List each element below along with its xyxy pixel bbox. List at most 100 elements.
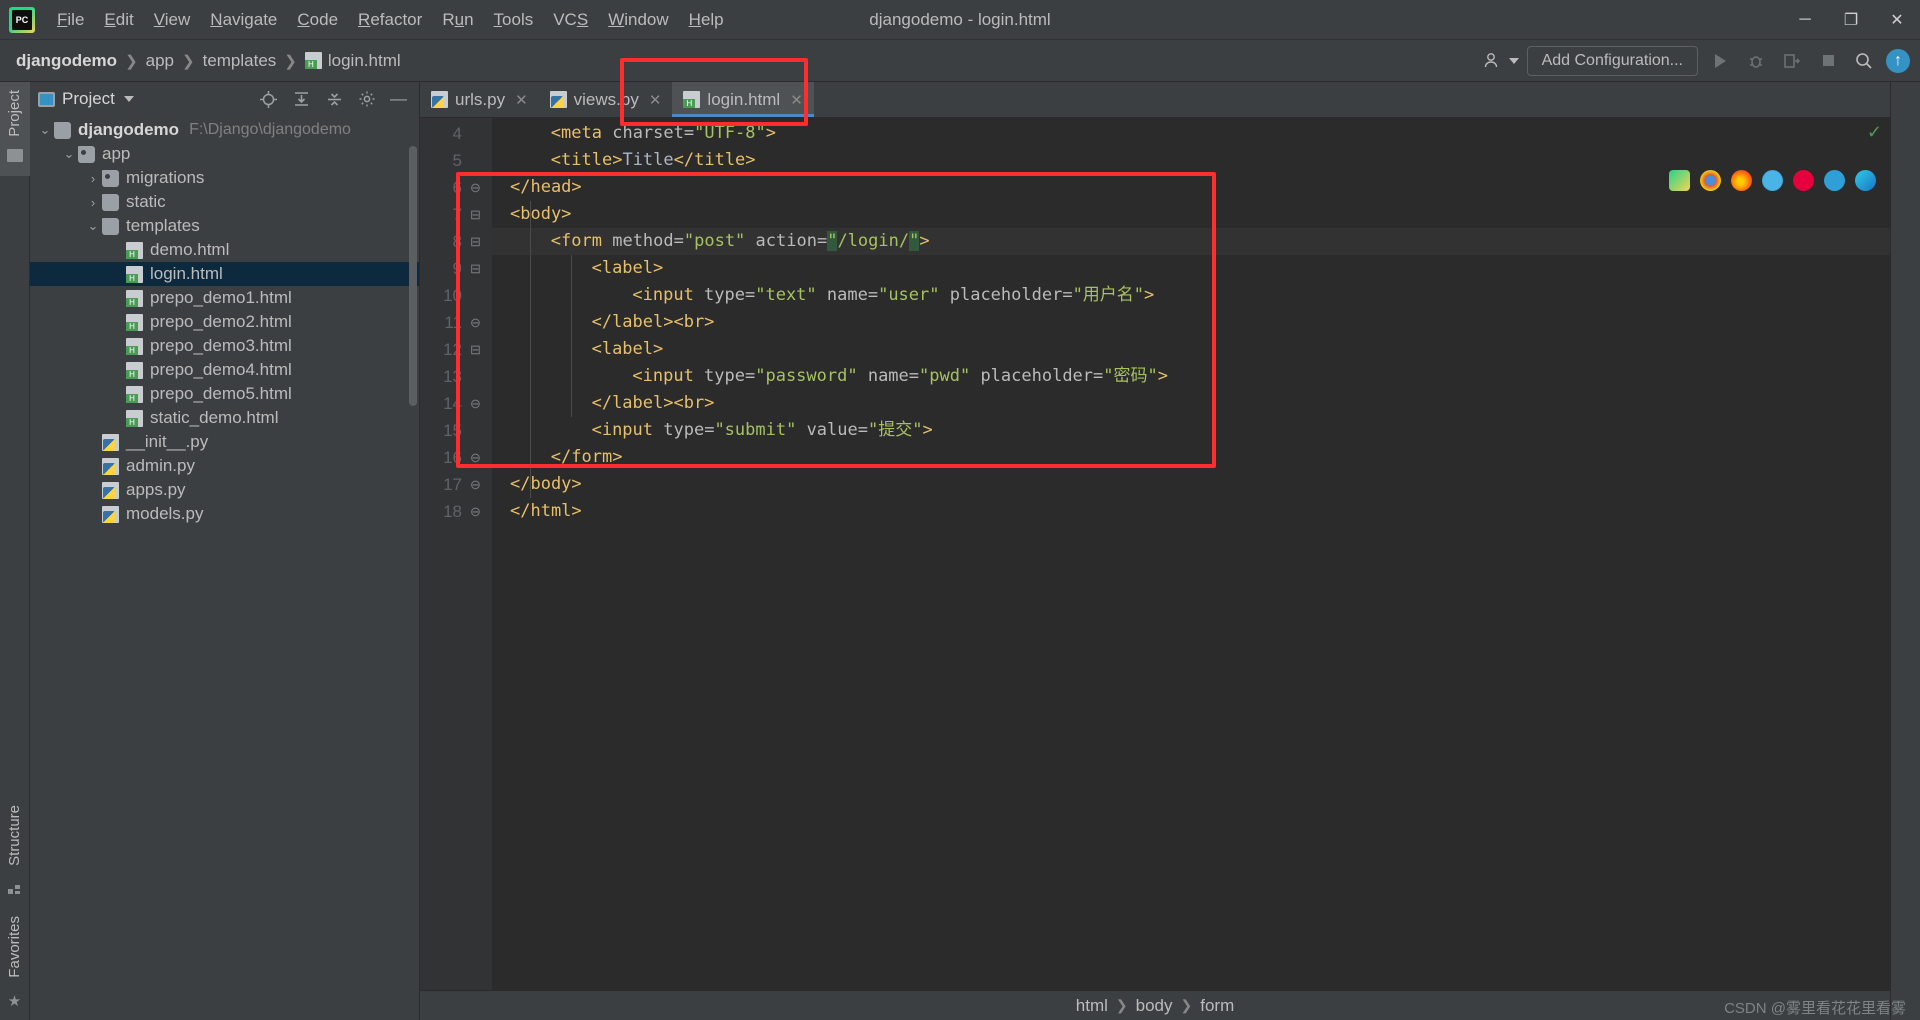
code-fold-icon[interactable]: ⊖ [470,471,481,498]
menu-navigate[interactable]: Navigate [200,6,287,34]
code-line[interactable]: <title>Title</title> [551,147,756,174]
breadcrumb-body[interactable]: body [1136,996,1173,1016]
tree-row[interactable]: ⌄ app [30,142,419,166]
tree-row[interactable]: › migrations [30,166,419,190]
minimize-button[interactable]: ─ [1782,0,1828,40]
menu-refactor[interactable]: Refactor [348,6,432,34]
tree-row[interactable]: admin.py [30,454,419,478]
menu-code[interactable]: Code [287,6,348,34]
code-fold-icon[interactable]: ⊟ [470,228,481,255]
rail-favorites-label[interactable]: Favorites [6,908,23,986]
code-line[interactable]: <meta charset="UTF-8"> [551,120,776,147]
coverage-icon[interactable] [1778,47,1806,75]
tree-row[interactable]: › static [30,190,419,214]
breadcrumb-project[interactable]: djangodemo [16,51,117,71]
close-icon[interactable]: ✕ [790,91,803,109]
rail-structure-label[interactable]: Structure [6,797,23,874]
code-fold-icon[interactable]: ⊟ [470,201,481,228]
code-line[interactable]: <input type="text" name="user" placehold… [632,282,1154,309]
breadcrumb-login-html[interactable]: login.html [328,51,401,71]
hide-panel-icon[interactable]: — [390,89,407,109]
editor-tab-login-html[interactable]: login.html ✕ [672,82,815,117]
close-icon[interactable]: ✕ [515,91,528,109]
firefox-icon[interactable] [1731,170,1752,191]
code-line[interactable]: </html> [510,498,582,525]
code-line[interactable]: </label><br> [592,309,715,336]
update-icon[interactable]: ↑ [1886,48,1910,73]
close-button[interactable]: ✕ [1874,0,1920,40]
menu-tools[interactable]: Tools [484,6,544,34]
collapse-all-icon[interactable] [325,90,344,109]
editor-tab-views-py[interactable]: views.py ✕ [539,82,673,117]
code-fold-icon[interactable]: ⊖ [470,174,481,201]
menu-window[interactable]: Window [598,6,678,34]
code-fold-icon[interactable]: ⊖ [470,444,481,471]
pycharm-preview-icon[interactable] [1669,170,1690,191]
code-editor[interactable]: 4 5 6 ⊖ 7 ⊟ 8 ⊟ 9 ⊟ 10 11 ⊖ 12 ⊟ 13 14 ⊖ 15 16 ⊖ 17 ⊖ 18 ⊖ <meta… [420,118,1890,990]
code-fold-icon[interactable]: ⊟ [470,336,481,363]
tree-row[interactable]: prepo_demo1.html [30,286,419,310]
code-fold-icon[interactable]: ⊖ [470,309,481,336]
tree-twisty-icon[interactable]: › [84,171,102,186]
chevron-down-icon[interactable] [123,96,134,102]
rail-project-label[interactable]: Project [6,82,23,145]
menu-vcs[interactable]: VCS [543,6,598,34]
code-line[interactable]: </form> [551,444,623,471]
code-line[interactable]: </head> [510,174,582,201]
code-line[interactable]: <form method="post" action="/login/"> [551,228,930,255]
code-fold-icon[interactable]: ⊖ [470,390,481,417]
add-configuration-button[interactable]: Add Configuration... [1526,45,1698,76]
tree-row[interactable]: demo.html [30,238,419,262]
user-icon[interactable] [1483,51,1519,71]
inspection-widget[interactable]: ✓ [1867,122,1882,143]
code-line[interactable]: <label> [592,255,664,282]
code-line[interactable]: <input type="password" name="pwd" placeh… [632,363,1168,390]
code-line[interactable]: </label><br> [592,390,715,417]
code-line[interactable]: <label> [592,336,664,363]
tree-twisty-icon[interactable]: › [84,195,102,210]
editor-gutter[interactable]: 4 5 6 ⊖ 7 ⊟ 8 ⊟ 9 ⊟ 10 11 ⊖ 12 ⊟ 13 14 ⊖ 15 16 ⊖ 17 ⊖ 18 ⊖ [420,118,492,990]
project-tree-scrollbar[interactable] [409,146,417,406]
menu-view[interactable]: View [144,6,201,34]
breadcrumb-html[interactable]: html [1076,996,1108,1016]
menu-edit[interactable]: Edit [94,6,143,34]
tree-row[interactable]: ⌄ djangodemo F:\Django\djangodemo [30,118,419,142]
edge-icon[interactable] [1855,170,1876,191]
tree-twisty-icon[interactable]: ⌄ [36,122,54,138]
settings-icon[interactable] [358,90,376,108]
breadcrumb-app[interactable]: app [146,51,174,71]
tree-row[interactable]: prepo_demo5.html [30,382,419,406]
opera-icon[interactable] [1793,170,1814,191]
code-line[interactable]: </body> [510,471,582,498]
stop-icon[interactable] [1814,47,1842,75]
close-icon[interactable]: ✕ [649,91,662,109]
tree-row[interactable]: models.py [30,502,419,526]
menu-help[interactable]: Help [679,6,734,34]
tree-twisty-icon[interactable]: ⌄ [84,218,102,234]
tree-row[interactable]: ⌄ templates [30,214,419,238]
project-panel-title[interactable]: Project [62,89,115,109]
tree-row[interactable]: prepo_demo4.html [30,358,419,382]
editor-tab-urls-py[interactable]: urls.py ✕ [420,82,539,117]
search-icon[interactable] [1850,47,1878,75]
breadcrumb-templates[interactable]: templates [203,51,277,71]
maximize-button[interactable]: ❐ [1828,0,1874,40]
expand-all-icon[interactable] [292,90,311,109]
code-line[interactable]: <input type="submit" value="提交"> [592,417,933,444]
code-line[interactable]: <body> [510,201,571,228]
ie-icon[interactable] [1824,170,1845,191]
breadcrumb-form[interactable]: form [1200,996,1234,1016]
tree-row[interactable]: login.html [30,262,419,286]
menu-file[interactable]: FFileile [47,6,94,34]
tree-row[interactable]: prepo_demo3.html [30,334,419,358]
code-fold-icon[interactable]: ⊟ [470,255,481,282]
tree-row[interactable]: prepo_demo2.html [30,310,419,334]
project-tree[interactable]: ⌄ djangodemo F:\Django\djangodemo ⌄ app › migr… [30,116,419,1020]
tree-row[interactable]: static_demo.html [30,406,419,430]
menu-run[interactable]: Run [432,6,483,34]
run-icon[interactable] [1706,47,1734,75]
debug-icon[interactable] [1742,47,1770,75]
chrome-icon[interactable] [1700,170,1721,191]
locate-icon[interactable] [259,90,278,109]
code-content[interactable]: <meta charset="UTF-8"> <title>Title</titl… [492,118,1890,990]
